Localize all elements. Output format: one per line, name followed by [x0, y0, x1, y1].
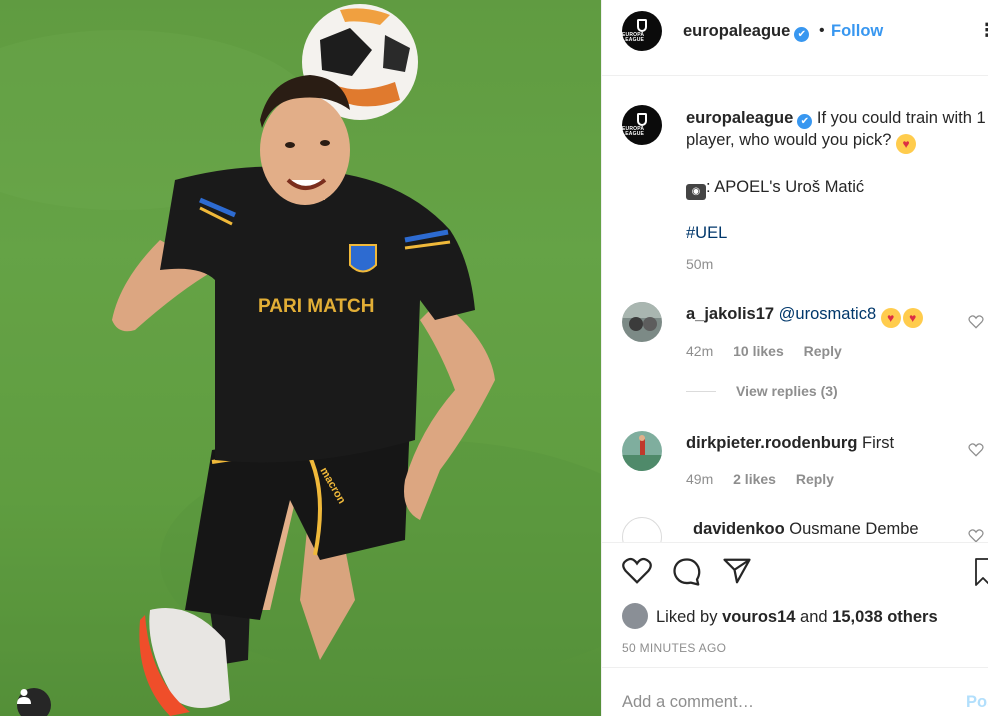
caption-hashtag-line: #UEL	[686, 222, 986, 244]
liked-by-and: and	[800, 608, 828, 626]
follow-button[interactable]: Follow	[831, 22, 883, 41]
comment-meta: 42m 10 likes Reply	[686, 343, 858, 359]
comment-meta: 49m 2 likes Reply	[686, 471, 850, 487]
comment-reply-button[interactable]: Reply	[804, 343, 842, 359]
comment-username[interactable]: dirkpieter.roodenburg	[686, 434, 857, 452]
jersey-sponsor-text: PARI MATCH	[258, 296, 374, 317]
comment-avatar[interactable]	[622, 517, 662, 542]
liked-by-others[interactable]: 15,038 others	[832, 608, 937, 626]
view-replies-button[interactable]: View replies (3)	[686, 383, 838, 399]
comment-avatar[interactable]	[622, 431, 662, 471]
caption-avatar-logo-text: EUROPA LEAGUE	[622, 126, 645, 137]
comment-text: Ousmane Dembe	[789, 520, 919, 538]
caption-time[interactable]: 50m	[686, 256, 713, 272]
comment-time[interactable]: 42m	[686, 343, 713, 359]
header-separator: •	[819, 22, 825, 39]
replies-divider	[686, 391, 716, 392]
like-comment-heart-icon[interactable]	[968, 529, 984, 542]
share-paper-plane-icon[interactable]	[722, 557, 752, 585]
hashtag-link[interactable]: #UEL	[686, 224, 727, 242]
comment-mention[interactable]: @urosmatic8	[779, 305, 876, 323]
avatar-logo-text: EUROPA LEAGUE	[622, 32, 645, 43]
post-author-name[interactable]: europaleague	[683, 22, 790, 40]
camera-emoji-icon: ◉	[686, 184, 706, 200]
post-side-panel: EUROPA LEAGUE europaleague ✔ • Follow ⋮ E…	[601, 0, 988, 716]
like-comment-heart-icon[interactable]	[968, 443, 984, 457]
heart-eyes-emoji-icon: ♥	[896, 134, 917, 154]
comment-reply-button[interactable]: Reply	[796, 471, 834, 487]
trophy-icon	[637, 113, 647, 126]
person-icon	[17, 689, 31, 704]
post-caption: europaleague ✔ If you could train with 1 …	[686, 107, 986, 244]
caption-credit: : APOEL's Uroš Matić	[706, 178, 865, 196]
likes-summary: Liked by vouros14 and 15,038 others	[622, 603, 938, 629]
comment-time[interactable]: 49m	[686, 471, 713, 487]
europaleague-avatar[interactable]: EUROPA LEAGUE	[622, 11, 662, 51]
comment-likes[interactable]: 2 likes	[733, 471, 776, 487]
caption-author-avatar[interactable]: EUROPA LEAGUE	[622, 105, 662, 145]
view-replies-label[interactable]: View replies (3)	[736, 383, 838, 399]
post-comment-button[interactable]: Post	[966, 693, 988, 712]
post-timestamp[interactable]: 50 MINUTES AGO	[622, 641, 726, 655]
comment-username[interactable]: davidenkoo	[693, 520, 785, 538]
post-actions: Liked by vouros14 and 15,038 others 50 M…	[602, 542, 988, 716]
caption-credit-line: ◉: APOEL's Uroš Matić	[686, 176, 986, 200]
add-comment-input[interactable]: Add a comment…	[622, 693, 754, 712]
add-comment-bar: Add a comment… Post	[602, 667, 988, 716]
post-author-username[interactable]: europaleague ✔	[683, 22, 810, 42]
trophy-icon	[637, 19, 647, 32]
comment-avatar-image	[622, 302, 662, 342]
liked-by-prefix: Liked by	[656, 608, 718, 626]
comment-avatar[interactable]	[622, 302, 662, 342]
post-photo[interactable]: PARI MATCH macron	[0, 0, 601, 716]
save-bookmark-icon[interactable]	[974, 557, 988, 587]
comment-body: a_jakolis17 @urosmatic8 ♥ ♥	[686, 303, 966, 328]
comment-body: davidenkoo Ousmane Dembe	[693, 518, 973, 540]
verified-badge-icon: ✔	[797, 114, 813, 129]
verified-badge-icon: ✔	[794, 27, 810, 42]
comment-username[interactable]: a_jakolis17	[686, 305, 774, 323]
heart-eyes-emoji-icon: ♥	[902, 308, 923, 328]
liked-by-user[interactable]: vouros14	[722, 608, 795, 626]
comments-list[interactable]: EUROPA LEAGUE europaleague ✔ If you could…	[602, 77, 988, 542]
heart-eyes-emoji-icon: ♥	[880, 308, 901, 328]
liked-by-avatar[interactable]	[622, 603, 648, 629]
comment-bubble-icon[interactable]	[672, 557, 702, 587]
comment-text: First	[862, 434, 895, 452]
comment-body: dirkpieter.roodenburg First	[686, 432, 966, 454]
user-tag-button[interactable]	[17, 688, 51, 716]
comment-avatar-image	[622, 431, 662, 471]
post-header: EUROPA LEAGUE europaleague ✔ • Follow ⋮	[602, 0, 988, 76]
comment-likes[interactable]: 10 likes	[733, 343, 784, 359]
like-comment-heart-icon[interactable]	[968, 315, 984, 329]
caption-username[interactable]: europaleague	[686, 109, 793, 127]
post-photo-illustration: PARI MATCH macron	[0, 0, 601, 716]
more-options-icon[interactable]: ⋮	[978, 20, 988, 41]
like-heart-icon[interactable]	[622, 557, 652, 585]
